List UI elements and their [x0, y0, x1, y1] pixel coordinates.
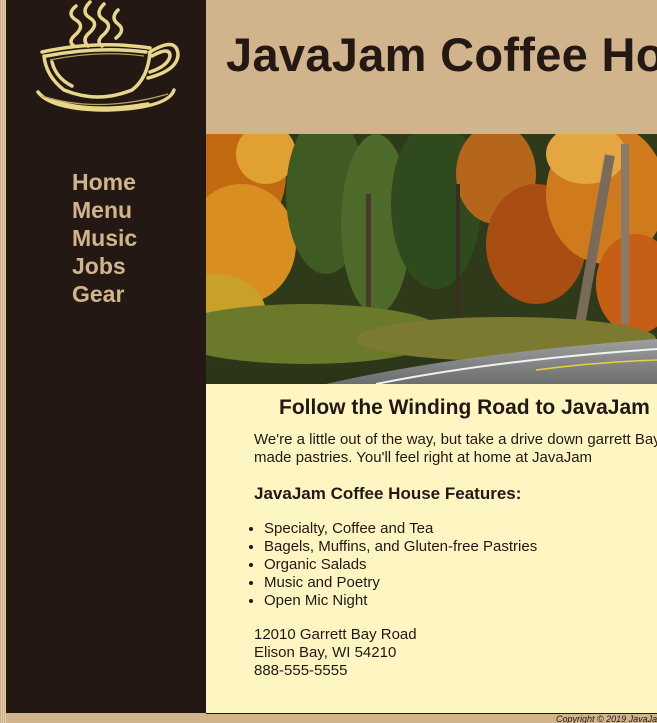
phone-number: 888-555-5555 [254, 662, 348, 679]
intro-paragraph: We're a little out of the way, but take … [254, 431, 657, 467]
nav-link-gear[interactable]: Gear [72, 280, 137, 308]
address-street: 12010 Garrett Bay Road [254, 626, 417, 643]
address-block: 12010 Garrett Bay Road Elison Bay, WI 54… [254, 626, 417, 680]
main-content: Follow the Winding Road to JavaJam We're… [206, 384, 657, 713]
feature-item: Music and Poetry [264, 574, 537, 592]
features-heading: JavaJam Coffee House Features: [254, 484, 522, 503]
site-footer: Copyright © 2019 JavaJam Coffee House [206, 713, 657, 723]
page-heading: Follow the Winding Road to JavaJam [279, 396, 650, 419]
intro-line-1: We're a little out of the way, but take … [254, 431, 657, 448]
sidebar: Home Menu Music Jobs Gear [6, 0, 206, 713]
nav-link-music[interactable]: Music [72, 224, 137, 252]
site-title: JavaJam Coffee House [226, 28, 657, 81]
hero-image [206, 134, 657, 384]
site-header: JavaJam Coffee House [206, 0, 657, 134]
copyright-text: Copyright © 2019 JavaJam Coffee House [556, 714, 657, 723]
feature-item: Open Mic Night [264, 592, 537, 610]
feature-item: Bagels, Muffins, and Gluten-free Pastrie… [264, 538, 537, 556]
address-city: Elison Bay, WI 54210 [254, 644, 397, 661]
nav-link-menu[interactable]: Menu [72, 196, 137, 224]
feature-item: Specialty, Coffee and Tea [264, 520, 537, 538]
nav-link-jobs[interactable]: Jobs [72, 252, 137, 280]
intro-line-2: made pastries. You'll feel right at home… [254, 449, 593, 466]
features-list: Specialty, Coffee and Tea Bagels, Muffin… [206, 520, 537, 610]
feature-item: Organic Salads [264, 556, 537, 574]
steaming-coffee-cup-icon [28, 0, 182, 118]
main-nav: Home Menu Music Jobs Gear [72, 168, 137, 308]
nav-link-home[interactable]: Home [72, 168, 137, 196]
